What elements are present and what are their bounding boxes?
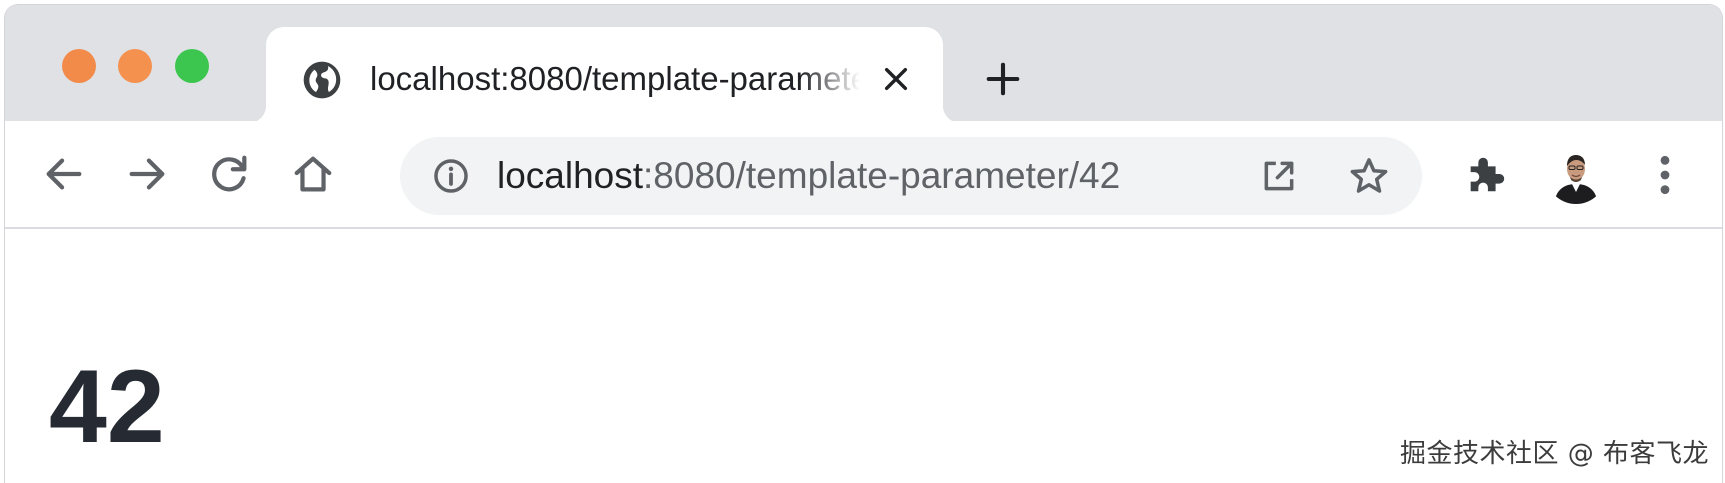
arrow-right-icon[interactable] [124,151,170,197]
url-path: :8080/template-parameter/42 [643,155,1121,196]
star-icon[interactable] [1348,155,1390,197]
home-icon[interactable] [290,151,336,197]
address-bar[interactable]: localhost:8080/template-parameter/42 [400,137,1422,215]
profile-picture [1546,144,1606,204]
window-close-button[interactable] [62,49,96,83]
avatar[interactable] [1546,144,1606,204]
active-tab[interactable]: localhost:8080/template-parameter/42 [248,27,961,123]
window-maximize-button[interactable] [175,49,209,83]
url-host: localhost [497,155,644,196]
more-vert-icon[interactable] [1653,153,1677,197]
url-text[interactable]: localhost:8080/template-parameter/42 [497,153,1120,199]
plus-icon[interactable] [984,60,1022,98]
page-heading: 42 [49,349,165,465]
arrow-left-icon[interactable] [41,151,87,197]
watermark-text: 掘金技术社区 @ 布客飞龙 [1399,439,1709,469]
info-icon[interactable] [432,157,470,195]
browser-toolbar: localhost:8080/template-parameter/42 [5,121,1722,229]
open-external-icon[interactable] [1260,157,1298,195]
globe-icon [303,61,341,99]
tab-strip: localhost:8080/template-parameter/42 [5,5,1722,123]
tab-title: localhost:8080/template-parameter/42 [370,60,860,97]
puzzle-icon[interactable] [1463,151,1509,197]
close-icon[interactable] [880,63,912,95]
browser-window: localhost:8080/template-parameter/42 [4,4,1723,483]
reload-icon[interactable] [206,151,252,197]
window-minimize-button[interactable] [118,49,152,83]
